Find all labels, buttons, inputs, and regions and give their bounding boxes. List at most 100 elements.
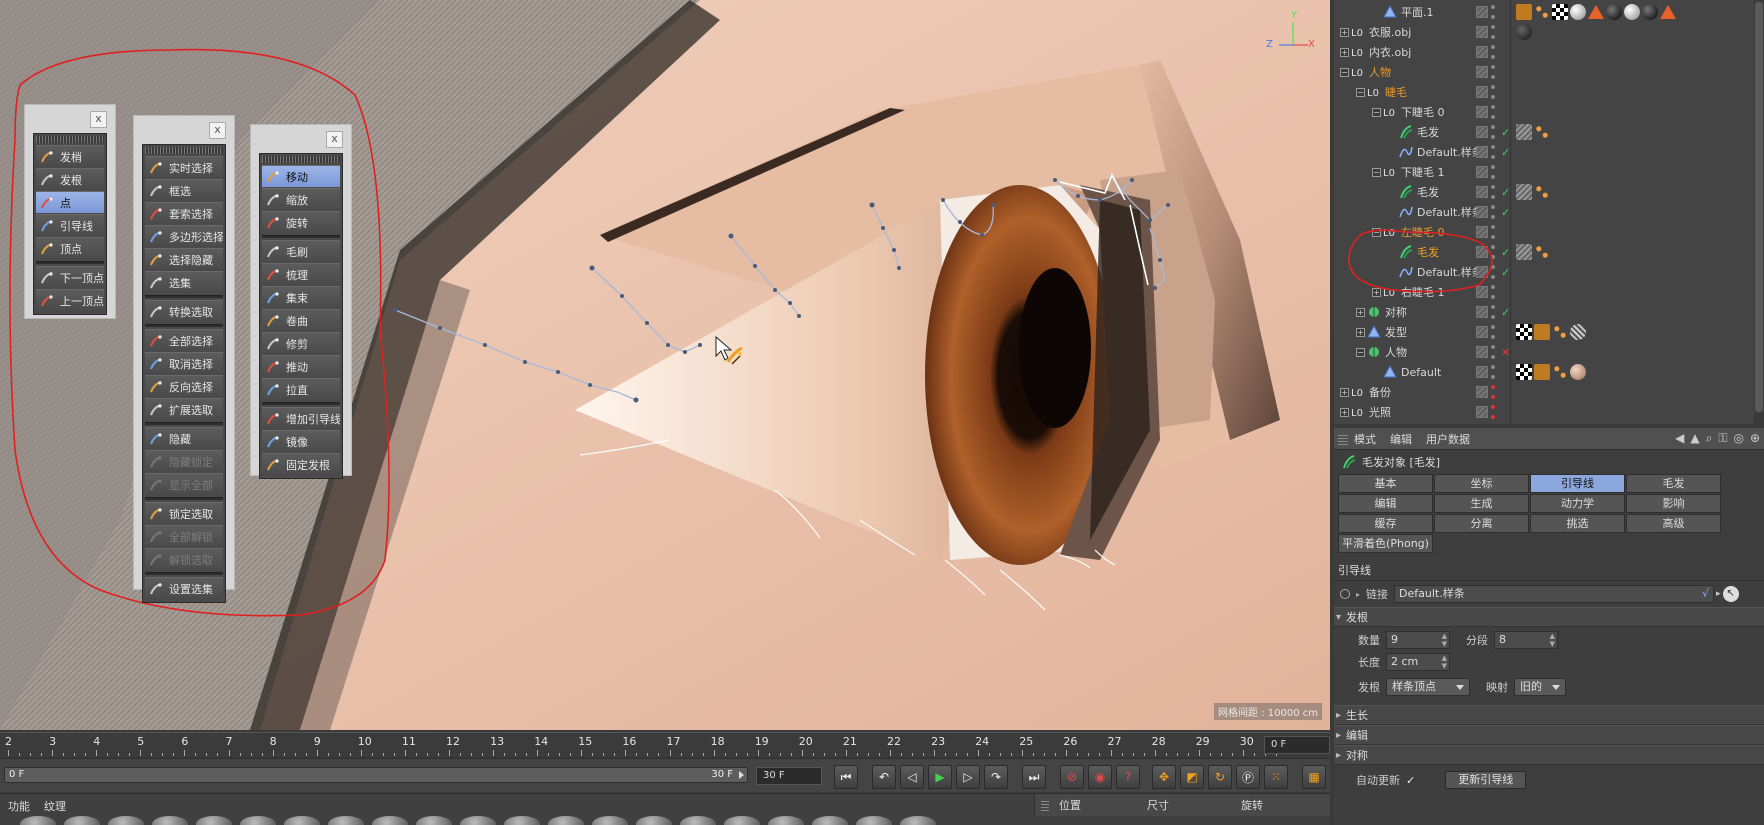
material-swatch[interactable]: [328, 816, 364, 825]
dots-tag-icon[interactable]: [1534, 124, 1550, 140]
tool-unlock-selection-button[interactable]: 解锁选取: [145, 548, 223, 570]
material-swatch[interactable]: [856, 816, 892, 825]
object-row[interactable]: + L0 光照: [1334, 402, 1752, 422]
layer-flag[interactable]: [1476, 206, 1488, 218]
tab-1[interactable]: 坐标: [1434, 474, 1529, 493]
object-flags[interactable]: [1476, 165, 1501, 179]
tool-comb-button[interactable]: 梳理: [262, 263, 340, 285]
hair-selection-mode-palette[interactable]: x 发梢 发根点引导线 顶点 下一顶点 上一顶点: [24, 104, 116, 319]
layer-flag[interactable]: [1476, 406, 1488, 418]
tool-selection-set-button[interactable]: 选集: [145, 271, 223, 293]
collapse-icon[interactable]: −: [1340, 67, 1349, 77]
root-dropdown[interactable]: 样条顶点: [1386, 678, 1470, 696]
material-swatch[interactable]: [152, 816, 188, 825]
lock-icon[interactable]: ⚿: [1718, 431, 1727, 446]
object-flags[interactable]: ✓: [1476, 245, 1511, 259]
growth-group-header[interactable]: 生长: [1334, 705, 1764, 726]
tool-lasso-select-button[interactable]: 套索选择: [145, 202, 223, 224]
object-row[interactable]: + 对称 ✓: [1334, 302, 1752, 322]
object-row[interactable]: − L0 左睫毛 0: [1334, 222, 1752, 242]
tool-point-button[interactable]: 点: [36, 191, 104, 213]
tool-next-vertex-button[interactable]: 下一顶点: [36, 266, 104, 288]
timeline-ruler[interactable]: 2 3 4 5 6 7 8 9 10 11 12 13 14 15 16 17 18 19 20 21 22 23 24 25…: [0, 732, 1330, 756]
layer-flag[interactable]: [1476, 186, 1488, 198]
visibility-dots[interactable]: [1491, 165, 1497, 179]
object-flags[interactable]: [1476, 225, 1501, 239]
checker-tag-icon[interactable]: [1516, 324, 1532, 340]
object-row[interactable]: + L0 右睫毛 1: [1334, 282, 1752, 302]
object-name[interactable]: 人物: [1385, 344, 1407, 360]
material-swatch[interactable]: [768, 816, 804, 825]
expand-icon[interactable]: +: [1340, 27, 1349, 37]
white-ball-icon[interactable]: [1570, 4, 1586, 20]
object-name[interactable]: Default: [1401, 366, 1441, 379]
material-swatches[interactable]: [0, 816, 1030, 825]
orange-tag-icon[interactable]: [1534, 324, 1550, 340]
hair-tag-icon[interactable]: [1516, 244, 1532, 260]
object-flags[interactable]: [1476, 65, 1501, 79]
enabled-check-icon[interactable]: ✓: [1501, 306, 1511, 319]
stripe-tag-icon[interactable]: [1570, 324, 1586, 340]
enabled-check-icon[interactable]: ✓: [1501, 126, 1511, 139]
tab-12[interactable]: 平滑着色(Phong): [1338, 534, 1433, 553]
object-name[interactable]: 毛发: [1417, 124, 1439, 140]
layer-flag[interactable]: [1476, 246, 1488, 258]
back-arrow-icon[interactable]: ◀: [1675, 431, 1684, 446]
menu-texture[interactable]: 纹理: [44, 798, 66, 814]
hair-edit-tools-palette[interactable]: x 移动 缩放 旋转 毛刷 梳理 集束 卷曲 修剪 推动 拉直 增加引导线 镜像 固定发根: [250, 124, 352, 479]
object-flags[interactable]: [1476, 285, 1501, 299]
object-name[interactable]: Default.样条: [1417, 264, 1483, 280]
object-name[interactable]: 左睫毛 0: [1401, 224, 1445, 240]
visibility-dots[interactable]: [1491, 125, 1497, 139]
material-swatch[interactable]: [20, 816, 56, 825]
tab-8[interactable]: 缓存: [1338, 514, 1433, 533]
auto-update-checkbox[interactable]: ✓: [1406, 774, 1415, 787]
object-name[interactable]: 备份: [1369, 384, 1391, 400]
visibility-dots[interactable]: [1491, 265, 1497, 279]
object-name[interactable]: Default.样条: [1417, 204, 1483, 220]
object-name[interactable]: 人物: [1369, 64, 1391, 80]
tool-brush-button[interactable]: 毛刷: [262, 240, 340, 262]
prev-frame-button[interactable]: ◁: [900, 765, 924, 789]
object-name[interactable]: 内衣.obj: [1369, 44, 1411, 60]
tool-mirror-button[interactable]: 镜像: [262, 430, 340, 452]
layer-flag[interactable]: [1476, 226, 1488, 238]
layer-flag[interactable]: [1476, 106, 1488, 118]
collapse-icon[interactable]: −: [1372, 167, 1381, 177]
tool-set-selection-button[interactable]: 设置选集: [145, 577, 223, 599]
search-icon[interactable]: ⌕: [1706, 431, 1713, 446]
skin-ball-icon[interactable]: [1570, 364, 1586, 380]
material-swatch[interactable]: [680, 816, 716, 825]
enabled-check-icon[interactable]: ✓: [1501, 266, 1511, 279]
length-field[interactable]: 2 cm ▲ ▼: [1386, 653, 1450, 671]
timeline-window-button[interactable]: ▦: [1302, 765, 1326, 789]
object-flags[interactable]: ✕: [1476, 345, 1511, 359]
expand-icon[interactable]: +: [1340, 407, 1349, 417]
layer-flag[interactable]: [1476, 66, 1488, 78]
link-field[interactable]: Default.样条 √: [1394, 585, 1715, 603]
key-scale-button[interactable]: ◩: [1180, 765, 1204, 789]
layer-flag[interactable]: [1476, 386, 1488, 398]
object-flags[interactable]: [1476, 85, 1501, 99]
object-row[interactable]: Default.样条 ✓: [1334, 262, 1752, 282]
autokey-button[interactable]: ◉: [1088, 765, 1112, 789]
object-name[interactable]: 对称: [1385, 304, 1407, 320]
key-position-button[interactable]: ✥: [1152, 765, 1176, 789]
symmetry-group-header[interactable]: 对称: [1334, 745, 1764, 766]
layer-flag[interactable]: [1476, 86, 1488, 98]
material-swatch[interactable]: [504, 816, 540, 825]
material-swatch[interactable]: [460, 816, 496, 825]
visibility-dots[interactable]: [1491, 345, 1497, 359]
visibility-dots[interactable]: [1491, 105, 1497, 119]
visibility-dots[interactable]: [1491, 5, 1497, 19]
up-arrow-icon[interactable]: ▲: [1690, 431, 1699, 446]
object-row[interactable]: − 人物 ✕: [1334, 342, 1752, 362]
object-name[interactable]: 下睫毛 1: [1401, 164, 1445, 180]
object-name[interactable]: 右睫毛 1: [1401, 284, 1445, 300]
expand-icon[interactable]: +: [1356, 327, 1365, 337]
tool-polygon-select-button[interactable]: 多边形选择: [145, 225, 223, 247]
expand-icon[interactable]: +: [1340, 47, 1349, 57]
object-flags[interactable]: ✓: [1476, 145, 1511, 159]
menu-mode[interactable]: 模式: [1354, 431, 1376, 447]
visibility-dots[interactable]: [1491, 85, 1497, 99]
